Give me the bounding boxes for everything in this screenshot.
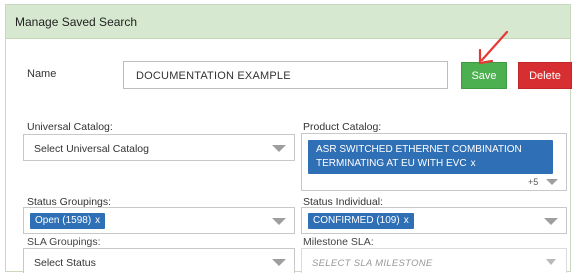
chip-remove-icon[interactable]: x (471, 158, 476, 169)
chip-remove-icon[interactable]: x (404, 215, 409, 226)
status-groupings-chip-label: Open (1598) (35, 215, 92, 226)
sla-groupings-value: Select Status (34, 257, 96, 269)
product-catalog-more-count: +5 (528, 177, 539, 187)
universal-catalog-label: Universal Catalog: (27, 121, 113, 133)
universal-catalog-value: Select Universal Catalog (34, 143, 149, 155)
chevron-down-icon (544, 218, 558, 225)
status-groupings-select[interactable]: Open (1598) x (23, 207, 295, 234)
save-button-label: Save (471, 69, 497, 82)
status-individual-chip[interactable]: CONFIRMED (109) x (308, 213, 414, 229)
chip-remove-icon[interactable]: x (95, 215, 100, 226)
status-groupings-chip[interactable]: Open (1598) x (30, 213, 106, 229)
universal-catalog-select[interactable]: Select Universal Catalog (23, 134, 295, 161)
dialog-title: Manage Saved Search (15, 15, 138, 29)
product-catalog-chip[interactable]: ASR SWITCHED ETHERNET COMBINATION TERMIN… (308, 140, 553, 174)
milestone-sla-placeholder: SELECT SLA MILESTONE (312, 258, 433, 269)
product-catalog-chip-label: ASR SWITCHED ETHERNET COMBINATION TERMIN… (316, 144, 522, 169)
delete-button[interactable]: Delete (518, 62, 572, 89)
milestone-sla-label: Milestone SLA: (303, 236, 374, 248)
sla-groupings-label: SLA Groupings: (27, 236, 101, 248)
product-catalog-select[interactable]: ASR SWITCHED ETHERNET COMBINATION TERMIN… (301, 133, 567, 191)
delete-button-label: Delete (529, 69, 561, 82)
chevron-down-icon (546, 179, 558, 185)
status-individual-select[interactable]: CONFIRMED (109) x (301, 207, 567, 234)
chevron-down-icon (272, 145, 286, 152)
name-input[interactable]: DOCUMENTATION EXAMPLE (123, 61, 448, 89)
name-label: Name (27, 68, 57, 80)
name-input-value: DOCUMENTATION EXAMPLE (136, 70, 291, 82)
chevron-down-icon (272, 259, 286, 266)
chevron-down-icon (546, 259, 556, 265)
status-individual-chip-label: CONFIRMED (109) (313, 215, 400, 226)
sla-groupings-select[interactable]: Select Status (23, 248, 295, 273)
milestone-sla-select[interactable]: SELECT SLA MILESTONE (301, 248, 567, 273)
arrow-annotation-icon (478, 30, 509, 65)
chevron-down-icon (272, 218, 286, 225)
product-catalog-label: Product Catalog: (303, 121, 382, 133)
